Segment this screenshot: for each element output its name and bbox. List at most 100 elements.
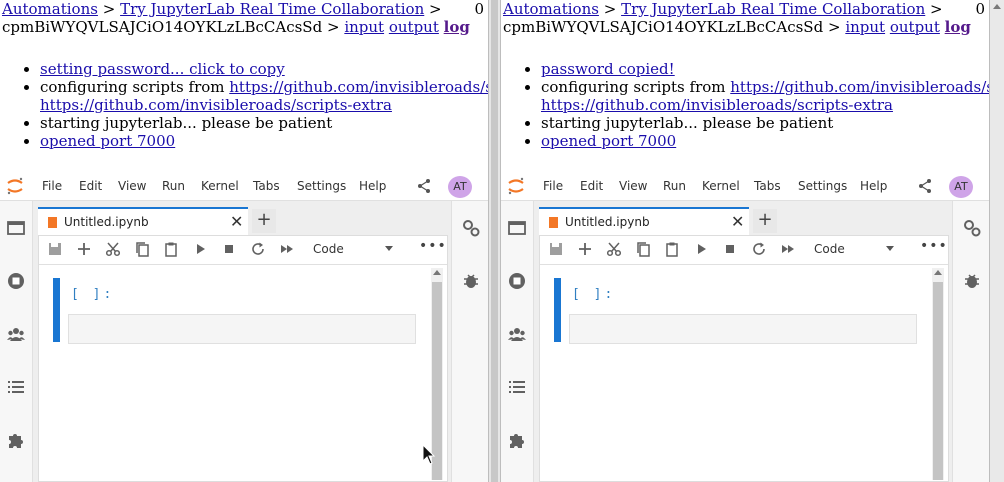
pane-divider[interactable] xyxy=(488,0,501,482)
run-id: cpmBiWYQVLSAJCiO14OYKLzLBcCAcsSd xyxy=(2,18,323,36)
menu-edit[interactable]: Edit xyxy=(580,179,603,193)
folder-icon[interactable] xyxy=(508,219,526,237)
debugger-icon[interactable] xyxy=(462,272,480,290)
port-link[interactable]: opened port 7000 xyxy=(40,132,175,150)
input-link[interactable]: input xyxy=(344,18,384,36)
list-item: opened port 7000 xyxy=(40,132,488,150)
new-tab-button[interactable]: + xyxy=(252,209,276,233)
list-item: configuring scripts from https://github.… xyxy=(40,78,488,114)
save-icon[interactable] xyxy=(548,241,564,257)
menu-help[interactable]: Help xyxy=(359,179,386,193)
breadcrumb-project-link[interactable]: Try JupyterLab Real Time Collaboration xyxy=(120,0,424,18)
menu-settings[interactable]: Settings xyxy=(798,179,847,193)
log-text: configuring scripts from xyxy=(541,78,731,96)
collaboration-icon[interactable] xyxy=(7,325,25,343)
avatar[interactable]: AT xyxy=(448,176,472,198)
property-inspector-icon[interactable] xyxy=(963,219,981,237)
code-cell-input[interactable] xyxy=(68,314,416,344)
password-copied-link[interactable]: password copied! xyxy=(541,60,675,78)
extension-icon[interactable] xyxy=(508,431,526,449)
copy-icon[interactable] xyxy=(134,241,150,257)
password-link[interactable]: setting password... click to copy xyxy=(40,60,285,78)
run-icon[interactable] xyxy=(192,241,208,257)
scripts-link[interactable]: https://github.com/invisibleroads/script… xyxy=(730,78,989,96)
paste-icon[interactable] xyxy=(664,241,680,257)
more-icon[interactable]: ••• xyxy=(920,238,948,254)
save-icon[interactable] xyxy=(47,241,63,257)
property-inspector-icon[interactable] xyxy=(462,219,480,237)
cell-type-select[interactable]: Code xyxy=(313,242,344,256)
menu-kernel[interactable]: Kernel xyxy=(702,179,740,193)
fast-forward-icon[interactable] xyxy=(279,241,295,257)
log-link[interactable]: log xyxy=(444,18,470,36)
breadcrumb-automations-link[interactable]: Automations xyxy=(2,0,98,18)
breadcrumb-separator: > xyxy=(827,18,841,36)
share-icon[interactable] xyxy=(917,178,933,194)
cut-icon[interactable] xyxy=(105,241,121,257)
tab-untitled-ipynb[interactable]: Untitled.ipynb ✕ xyxy=(38,207,248,235)
running-icon[interactable] xyxy=(508,272,526,290)
avatar[interactable]: AT xyxy=(949,176,973,198)
cut-icon[interactable] xyxy=(606,241,622,257)
toc-icon[interactable] xyxy=(508,378,526,396)
add-cell-icon[interactable] xyxy=(577,241,593,257)
run-icon[interactable] xyxy=(693,241,709,257)
menu-settings[interactable]: Settings xyxy=(297,179,346,193)
menu-help[interactable]: Help xyxy=(860,179,887,193)
left-sidebar xyxy=(501,201,534,482)
menu-tabs[interactable]: Tabs xyxy=(754,179,781,193)
output-link[interactable]: output xyxy=(890,18,940,36)
copy-icon[interactable] xyxy=(635,241,651,257)
stop-icon[interactable] xyxy=(221,241,237,257)
jupyter-logo-icon xyxy=(508,177,524,195)
debugger-icon[interactable] xyxy=(963,272,981,290)
notebook-icon xyxy=(549,217,558,228)
extension-icon[interactable] xyxy=(7,431,25,449)
menu-tabs[interactable]: Tabs xyxy=(253,179,280,193)
list-item: setting password... click to copy xyxy=(40,60,488,78)
menu-file[interactable]: File xyxy=(543,179,563,193)
restart-icon[interactable] xyxy=(250,241,266,257)
menu-kernel[interactable]: Kernel xyxy=(201,179,239,193)
output-link[interactable]: output xyxy=(389,18,439,36)
paste-icon[interactable] xyxy=(163,241,179,257)
stop-icon[interactable] xyxy=(722,241,738,257)
breadcrumb-separator: > xyxy=(326,18,340,36)
mouse-cursor-icon xyxy=(422,444,436,465)
run-id: cpmBiWYQVLSAJCiO14OYKLzLBcCAcsSd xyxy=(503,18,824,36)
more-icon[interactable]: ••• xyxy=(419,238,447,254)
folder-icon[interactable] xyxy=(7,219,25,237)
breadcrumb-automations-link[interactable]: Automations xyxy=(503,0,599,18)
close-icon[interactable]: ✕ xyxy=(230,212,243,231)
scripts-extra-link[interactable]: https://github.com/invisibleroads/script… xyxy=(541,96,893,114)
collaboration-icon[interactable] xyxy=(508,325,526,343)
menu-run[interactable]: Run xyxy=(663,179,686,193)
tab-bar: Untitled.ipynb ✕ + xyxy=(539,207,949,235)
menu-view[interactable]: View xyxy=(118,179,146,193)
tab-untitled-ipynb[interactable]: Untitled.ipynb ✕ xyxy=(539,207,749,235)
menu-run[interactable]: Run xyxy=(162,179,185,193)
left-sidebar xyxy=(0,201,33,482)
page-scrollbar[interactable] xyxy=(989,0,1004,482)
cell-type-select[interactable]: Code xyxy=(814,242,845,256)
notebook-scrollbar[interactable] xyxy=(932,268,944,480)
share-icon[interactable] xyxy=(416,178,432,194)
menu-edit[interactable]: Edit xyxy=(79,179,102,193)
breadcrumb: Automations > Try JupyterLab Real Time C… xyxy=(2,0,470,36)
scripts-link[interactable]: https://github.com/invisibleroads/script… xyxy=(229,78,488,96)
menu-file[interactable]: File xyxy=(42,179,62,193)
breadcrumb-project-link[interactable]: Try JupyterLab Real Time Collaboration xyxy=(621,0,925,18)
toc-icon[interactable] xyxy=(7,378,25,396)
fast-forward-icon[interactable] xyxy=(780,241,796,257)
running-icon[interactable] xyxy=(7,272,25,290)
code-cell-input[interactable] xyxy=(569,314,917,344)
new-tab-button[interactable]: + xyxy=(753,209,777,233)
port-link[interactable]: opened port 7000 xyxy=(541,132,676,150)
close-icon[interactable]: ✕ xyxy=(731,212,744,231)
input-link[interactable]: input xyxy=(845,18,885,36)
menu-view[interactable]: View xyxy=(619,179,647,193)
log-link[interactable]: log xyxy=(945,18,971,36)
add-cell-icon[interactable] xyxy=(76,241,92,257)
restart-icon[interactable] xyxy=(751,241,767,257)
scripts-extra-link[interactable]: https://github.com/invisibleroads/script… xyxy=(40,96,392,114)
